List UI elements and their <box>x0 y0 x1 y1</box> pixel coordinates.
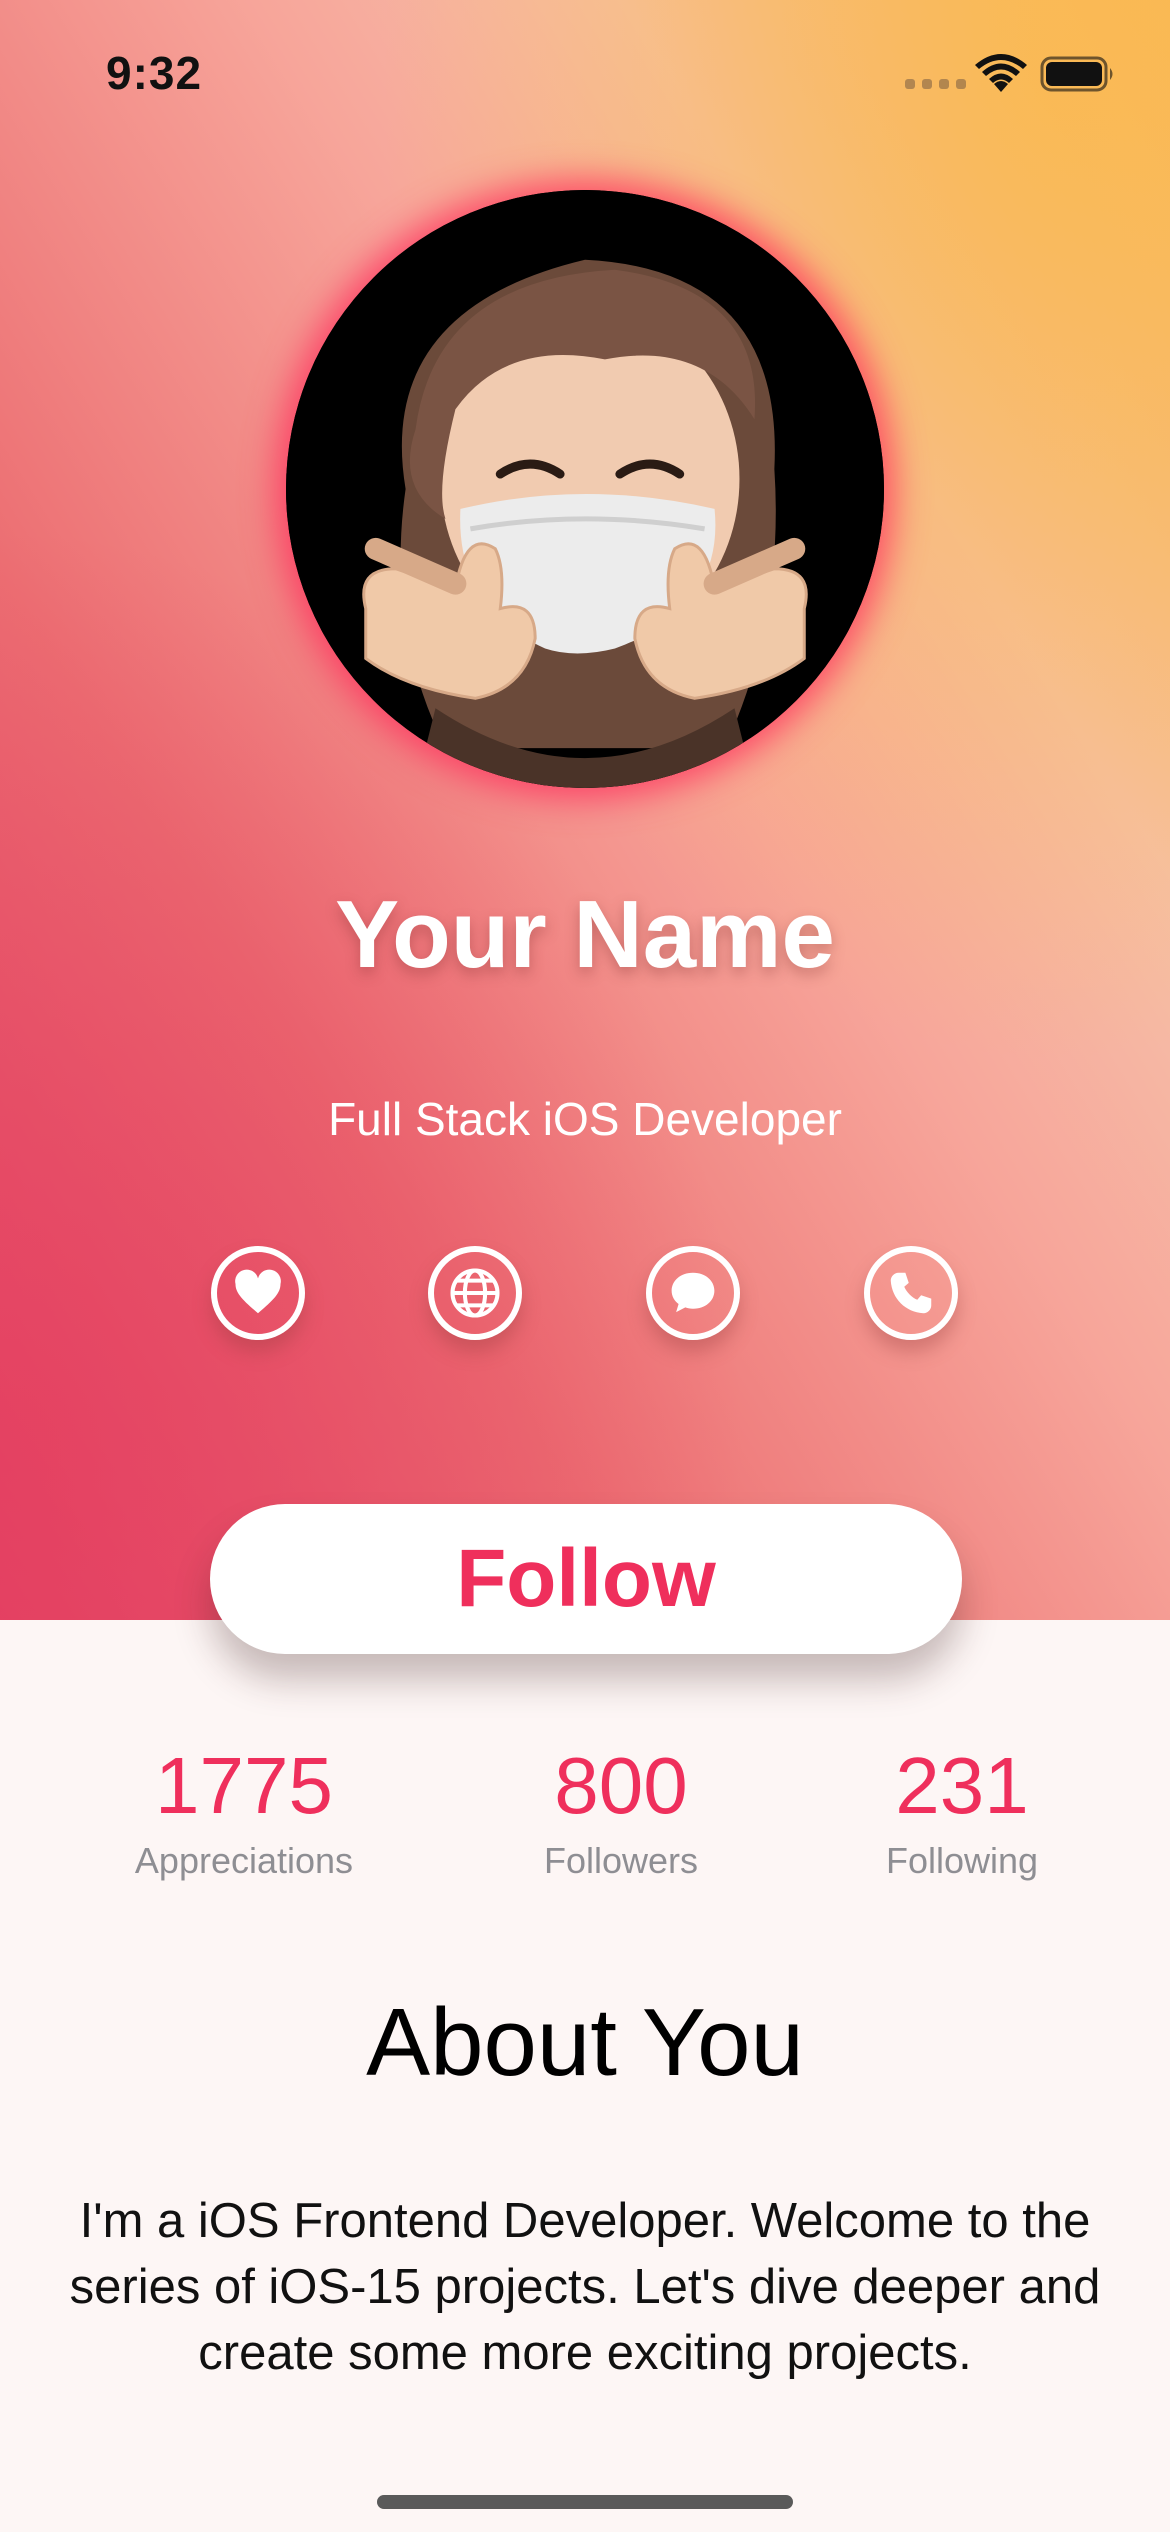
profile-header: 9:32 Your Name Full Stack iOS Developer <box>0 0 1170 1620</box>
status-bar: 9:32 <box>0 0 1170 150</box>
globe-button[interactable] <box>428 1246 522 1340</box>
heart-button[interactable] <box>211 1246 305 1340</box>
wifi-icon <box>975 54 1027 92</box>
follow-button[interactable]: Follow <box>210 1504 962 1654</box>
home-indicator[interactable] <box>377 2495 793 2509</box>
message-icon <box>671 1272 715 1313</box>
globe-icon <box>450 1268 500 1318</box>
stat-label: Appreciations <box>134 1840 354 1881</box>
profile-name: Your Name <box>335 881 835 988</box>
stat-label: Following <box>885 1840 1039 1881</box>
stat-value: 800 <box>554 1741 688 1830</box>
memoji-avatar-icon <box>286 190 884 788</box>
profile-avatar <box>286 190 884 788</box>
phone-icon <box>890 1272 932 1314</box>
about-text: I'm a iOS Frontend Developer. Welcome to… <box>69 2194 1101 2380</box>
profile-stats: 1775 Appreciations 800 Followers 231 Fol… <box>0 1746 1170 1886</box>
about-title: About You <box>366 1989 804 2096</box>
status-time: 9:32 <box>106 47 203 99</box>
message-button[interactable] <box>646 1246 740 1340</box>
stat-value: 231 <box>895 1741 1029 1830</box>
profile-role: Full Stack iOS Developer <box>328 1093 842 1145</box>
phone-button[interactable] <box>864 1246 958 1340</box>
social-links <box>0 1246 1170 1346</box>
stat-label: Followers <box>543 1840 699 1881</box>
stat-following[interactable]: 231 Following <box>782 1746 1142 1882</box>
stat-appreciations[interactable]: 1775 Appreciations <box>64 1746 424 1882</box>
stat-followers[interactable]: 800 Followers <box>441 1746 801 1882</box>
stat-value: 1775 <box>155 1741 333 1830</box>
battery-icon <box>1040 56 1113 92</box>
cellular-signal-icon <box>905 79 966 89</box>
heart-icon <box>235 1269 281 1314</box>
